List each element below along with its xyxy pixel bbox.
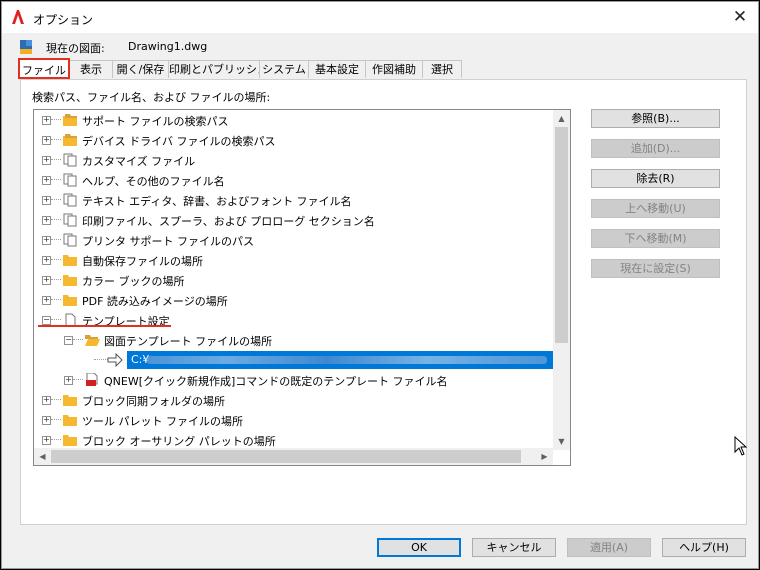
tab-files[interactable]: ファイル — [18, 58, 70, 79]
scroll-down-icon[interactable]: ▼ — [553, 433, 570, 450]
drawing-icon — [20, 40, 32, 54]
vertical-scrollbar[interactable]: ▲ ▼ — [553, 110, 570, 450]
files-icon — [63, 233, 77, 247]
folder-icon — [63, 395, 77, 406]
expand-icon[interactable]: + — [42, 156, 51, 165]
tree-item-template-settings[interactable]: − テンプレート設定 — [34, 310, 554, 330]
set-current-button[interactable]: 現在に設定(S) — [591, 259, 720, 278]
scroll-up-icon[interactable]: ▲ — [553, 110, 570, 127]
expand-icon[interactable]: + — [42, 416, 51, 425]
current-drawing-label: 現在の図面: — [46, 42, 105, 55]
options-dialog: オプション ✕ 現在の図面: Drawing1.dwg ファイル 表示 開く/保… — [1, 1, 759, 569]
tree-item-template-path[interactable]: C:¥ — [34, 350, 554, 370]
tree-item-text-editor-files[interactable]: + テキスト エディタ、辞書、およびフォント ファイル名 — [34, 190, 554, 210]
folder-icon — [63, 415, 77, 426]
expand-icon[interactable]: + — [42, 136, 51, 145]
tree-item-block-authoring-palette[interactable]: + ブロック オーサリング パレットの場所 — [34, 430, 554, 450]
files-icon — [63, 153, 77, 167]
current-drawing: 現在の図面: Drawing1.dwg — [16, 38, 316, 56]
collapse-icon[interactable]: − — [64, 336, 73, 345]
expand-icon[interactable]: + — [42, 296, 51, 305]
tree-item-pdf-import-location[interactable]: + PDF 読み込みイメージの場所 — [34, 290, 554, 310]
add-button[interactable]: 追加(D)... — [591, 139, 720, 158]
vertical-scroll-thumb[interactable] — [555, 127, 568, 343]
tree-item-support-paths[interactable]: + サポート ファイルの検索パス — [34, 110, 554, 130]
horizontal-scrollbar[interactable]: ◀ ▶ — [34, 448, 553, 465]
expand-icon[interactable]: + — [42, 436, 51, 445]
open-folder-icon — [85, 335, 100, 346]
scroll-right-icon[interactable]: ▶ — [536, 448, 553, 465]
folder-stack-icon — [63, 134, 77, 146]
current-drawing-value: Drawing1.dwg — [128, 40, 208, 53]
window-title: オプション — [33, 13, 94, 27]
tab-plot-publish[interactable]: 印刷とパブリッシュ — [168, 60, 268, 78]
tree-item-color-book-location[interactable]: + カラー ブックの場所 — [34, 270, 554, 290]
files-icon — [63, 193, 77, 207]
folder-stack-icon — [63, 114, 77, 126]
highlight-underline — [38, 325, 171, 327]
autocad-logo-icon — [12, 10, 24, 24]
tree-item-qnew-template[interactable]: + QNEW[クイック新規作成]コマンドの既定のテンプレート ファイル名 — [34, 370, 554, 390]
scroll-left-icon[interactable]: ◀ — [34, 448, 51, 465]
folder-icon — [63, 295, 77, 306]
tab-display[interactable]: 表示 — [69, 60, 113, 78]
move-down-button[interactable]: 下へ移動(M) — [591, 229, 720, 248]
tab-open-save[interactable]: 開く/保存 — [112, 60, 169, 78]
tab-drafting[interactable]: 作図補助 — [365, 60, 423, 78]
files-panel: 検索パス、ファイル名、および ファイルの場所: + サポート ファイルの検索パス… — [20, 79, 747, 525]
horizontal-scroll-thumb[interactable] — [51, 450, 521, 463]
tree-item-drawing-template-location[interactable]: − 図面テンプレート ファイルの場所 — [34, 330, 554, 350]
expand-icon[interactable]: + — [42, 236, 51, 245]
files-panel-label: 検索パス、ファイル名、および ファイルの場所: — [32, 91, 271, 104]
expand-icon[interactable]: + — [64, 376, 73, 385]
remove-button[interactable]: 除去(R) — [591, 169, 720, 188]
folder-icon — [63, 275, 77, 286]
help-button[interactable]: ヘルプ(H) — [662, 538, 746, 557]
tree-item-customization-files[interactable]: + カスタマイズ ファイル — [34, 150, 554, 170]
arrow-right-icon — [107, 353, 123, 367]
close-button[interactable]: ✕ — [722, 2, 758, 33]
files-icon — [63, 173, 77, 187]
selected-path[interactable]: C:¥ — [127, 351, 553, 369]
title-bar[interactable]: オプション ✕ — [2, 2, 758, 33]
tab-system[interactable]: システム — [259, 60, 309, 78]
tab-selection[interactable]: 選択 — [422, 60, 462, 78]
redacted-path — [147, 356, 547, 364]
tab-user-preferences[interactable]: 基本設定 — [308, 60, 366, 78]
files-icon — [63, 213, 77, 227]
tree-item-tool-palette-location[interactable]: + ツール パレット ファイルの場所 — [34, 410, 554, 430]
dwt-file-icon — [86, 373, 98, 386]
tree-item-printer-support-paths[interactable]: + プリンタ サポート ファイルのパス — [34, 230, 554, 250]
tree-item-device-driver-paths[interactable]: + デバイス ドライバ ファイルの検索パス — [34, 130, 554, 150]
folder-icon — [63, 435, 77, 446]
expand-icon[interactable]: + — [42, 256, 51, 265]
tree-item-block-sync-folder[interactable]: + ブロック同期フォルダの場所 — [34, 390, 554, 410]
expand-icon[interactable]: + — [42, 216, 51, 225]
apply-button[interactable]: 適用(A) — [567, 538, 651, 557]
tree-item-autosave-location[interactable]: + 自動保存ファイルの場所 — [34, 250, 554, 270]
cancel-button[interactable]: キャンセル — [472, 538, 556, 557]
folder-icon — [63, 255, 77, 266]
ok-button[interactable]: OK — [377, 538, 461, 557]
mouse-cursor-icon — [734, 436, 748, 456]
tree-item-help-files[interactable]: + ヘルプ、その他のファイル名 — [34, 170, 554, 190]
collapse-icon[interactable]: − — [42, 316, 51, 325]
expand-icon[interactable]: + — [42, 116, 51, 125]
browse-button[interactable]: 参照(B)... — [591, 109, 720, 128]
expand-icon[interactable]: + — [42, 276, 51, 285]
expand-icon[interactable]: + — [42, 176, 51, 185]
expand-icon[interactable]: + — [42, 396, 51, 405]
expand-icon[interactable]: + — [42, 196, 51, 205]
tree-item-print-files[interactable]: + 印刷ファイル、スプーラ、および プロローグ セクション名 — [34, 210, 554, 230]
move-up-button[interactable]: 上へ移動(U) — [591, 199, 720, 218]
files-tree[interactable]: + サポート ファイルの検索パス + デバイス ドライバ ファイルの検索パス +… — [33, 109, 571, 466]
